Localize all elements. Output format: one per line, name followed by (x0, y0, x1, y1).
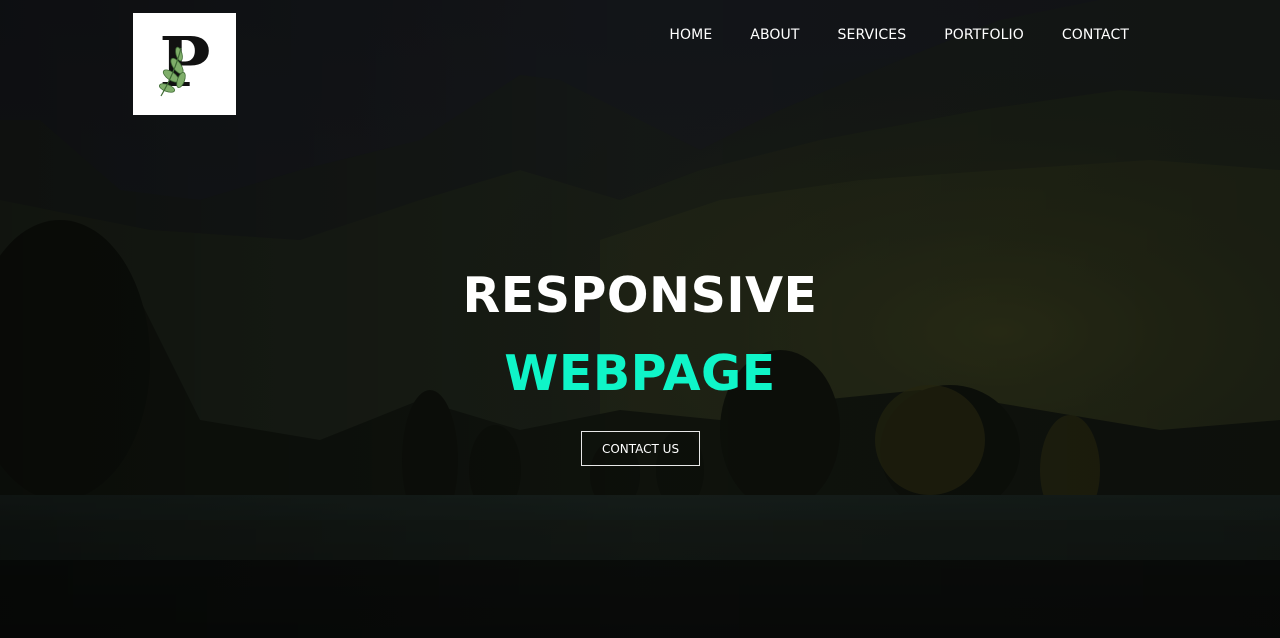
site-logo[interactable]: P (133, 13, 236, 115)
nav-about-link[interactable]: ABOUT (750, 24, 799, 46)
hero-headline-line2: WEBPAGE (504, 345, 776, 402)
nav-contact-link[interactable]: CONTACT (1062, 24, 1129, 46)
hero-headline-line1: RESPONSIVE (462, 267, 818, 324)
nav-services-link[interactable]: SERVICES (838, 24, 907, 46)
nav-home-link[interactable]: HOME (669, 24, 712, 46)
main-nav: HOME ABOUT SERVICES PORTFOLIO CONTACT (669, 24, 1129, 46)
hero-section: P HOME ABOUT SERVICES PORTFOLIO CONTACT … (0, 0, 1280, 638)
nav-portfolio-link[interactable]: PORTFOLIO (944, 24, 1024, 46)
contact-us-button[interactable]: CONTACT US (581, 431, 700, 466)
leaf-p-logo-icon: P (158, 24, 210, 103)
